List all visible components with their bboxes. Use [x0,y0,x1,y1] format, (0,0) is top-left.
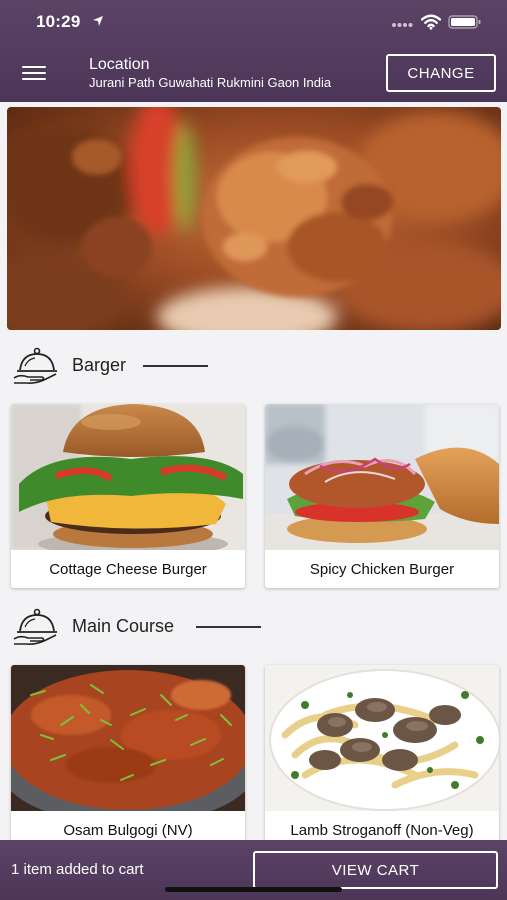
menu-item-name: Spicy Chicken Burger [309,560,455,578]
location-address: Jurani Path Guwahati Rukmini Gaon India [89,75,332,90]
cart-status-text: 1 item added to cart [11,861,144,878]
battery-icon [448,15,481,29]
food-cloche-icon [13,608,57,645]
location-label: Location [89,56,150,73]
signal-icon [392,23,413,27]
app-header: 10:29 Location Jurani Path Guwahati Rukm… [0,0,507,102]
menu-item-card[interactable]: Spicy Chicken Burger [265,404,499,588]
status-time: 10:29 [36,12,81,31]
dish-photo [11,665,245,811]
dish-photo [265,665,499,811]
home-indicator[interactable] [165,887,342,892]
burger-photo [265,404,499,550]
view-cart-button[interactable]: VIEW CART [253,851,498,889]
banner-food-image [7,107,501,330]
status-bar: 10:29 [0,0,507,44]
food-cloche-icon [13,347,57,384]
menu-item-card[interactable]: Lamb Stroganoff (Non-Veg) [265,665,499,849]
section-divider [196,626,261,628]
section-divider [143,365,208,367]
menu-item-name: Cottage Cheese Burger [49,560,207,578]
menu-item-card[interactable]: Osam Bulgogi (NV) [11,665,245,849]
hamburger-menu-icon[interactable] [22,64,48,84]
menu-item-card[interactable]: Cottage Cheese Burger [11,404,245,588]
section-title: Main Course [72,616,175,636]
location-arrow-icon [93,16,103,26]
section-header-barger: Barger [12,346,312,386]
promo-banner[interactable] [7,107,501,330]
burger-photo [11,404,245,550]
wifi-icon [421,14,441,30]
change-location-button[interactable]: CHANGE [386,54,496,92]
section-title: Barger [72,355,127,375]
section-header-main-course: Main Course [12,607,312,647]
